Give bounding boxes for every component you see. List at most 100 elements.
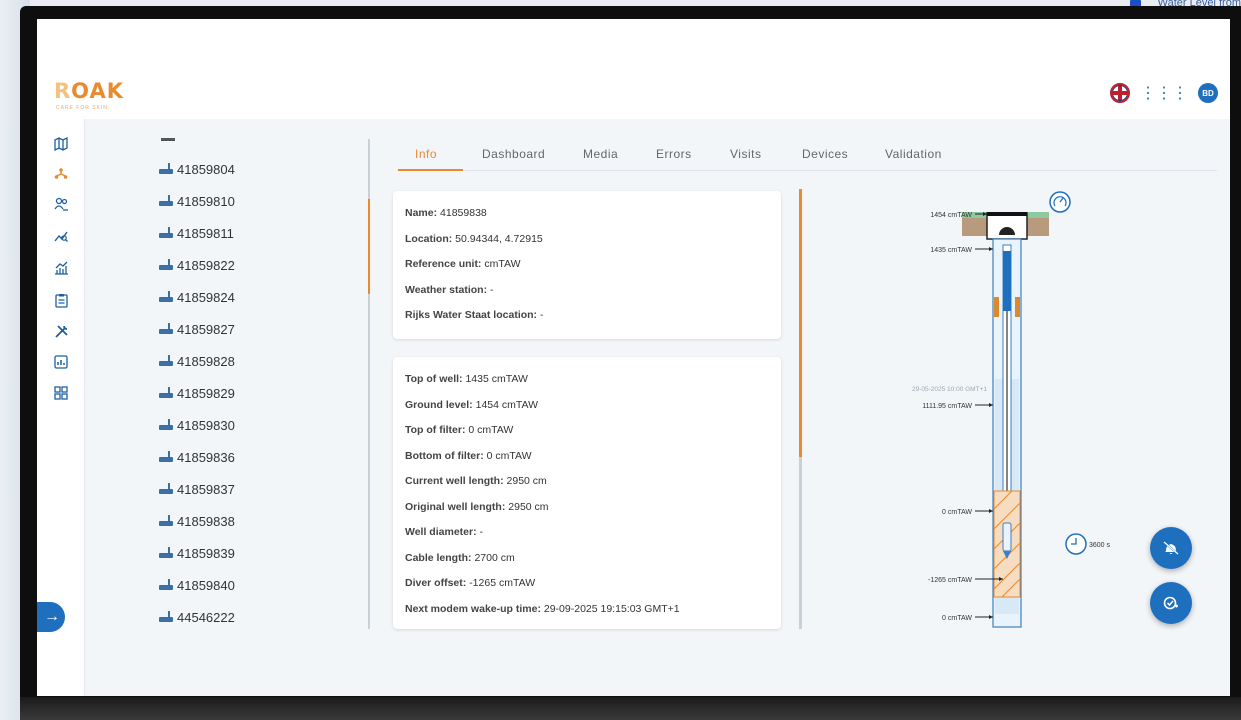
tab-errors[interactable]: Errors: [656, 147, 692, 161]
tab-bar: Info Dashboard Media Errors Visits Devic…: [397, 139, 1217, 171]
info-value: 29-09-2025 19:15:03 GMT+1: [543, 602, 680, 615]
well-icon: [159, 323, 173, 334]
well-list-item[interactable]: 44546222: [159, 607, 235, 627]
well-list-item[interactable]: 41859804: [159, 159, 235, 179]
filter-bottom-label: 0 cmTAW: [942, 615, 972, 622]
well-id: 41859828: [177, 353, 235, 369]
tab-validation[interactable]: Validation: [885, 147, 942, 161]
info-row: Cable length: 2700 cm: [405, 552, 515, 564]
well-icon: [159, 579, 173, 590]
expand-nav-button[interactable]: →: [37, 602, 65, 632]
well-icon: [159, 259, 173, 270]
well-list-item[interactable]: 41859830: [159, 415, 235, 435]
nav-rail: →: [37, 119, 85, 696]
language-flag-icon[interactable]: [1110, 83, 1130, 103]
tab-dashboard[interactable]: Dashboard: [482, 147, 545, 161]
info-row: Top of filter: 0 cmTAW: [405, 424, 513, 436]
info-value: -1265 cmTAW: [469, 577, 536, 589]
trend-icon[interactable]: [52, 229, 70, 247]
app-logo[interactable]: ROAK: [54, 79, 124, 103]
well-id: 41859838: [177, 513, 235, 529]
monitor-stand: [20, 697, 1241, 720]
well-id: 41859840: [177, 577, 235, 593]
info-scrollbar-thumb[interactable]: [799, 189, 802, 457]
info-value: 0 cmTAW: [486, 449, 532, 462]
info-row: Rijks Water Staat location: -: [405, 309, 543, 321]
info-row: Name: 41859838: [405, 207, 487, 219]
well-head: [986, 212, 1028, 240]
well-icon: [159, 515, 173, 526]
validate-button[interactable]: [1150, 582, 1192, 624]
tab-devices[interactable]: Devices: [802, 147, 848, 161]
diver-offset-label: -1265 cmTAW: [928, 577, 972, 584]
tab-info[interactable]: Info: [415, 147, 437, 161]
measurement-timestamp: 29-05-2025 10:00 GMT+1: [912, 386, 987, 393]
chart-icon[interactable]: [52, 261, 70, 279]
seal-left: [994, 297, 999, 317]
well-icon: [159, 195, 173, 206]
well-id: 41859830: [177, 417, 235, 433]
well-list-item[interactable]: 41859837: [159, 479, 235, 499]
report-icon[interactable]: [52, 355, 70, 373]
well-list-item[interactable]: 41859810: [159, 191, 235, 211]
network-icon[interactable]: [52, 166, 70, 184]
map-icon[interactable]: [52, 136, 70, 155]
well-id: 41859836: [177, 449, 235, 465]
alarm-settings-button[interactable]: [1150, 527, 1192, 569]
clipboard-icon[interactable]: [52, 293, 70, 311]
info-key: Weather station:: [405, 283, 488, 296]
well-icon: [159, 547, 173, 558]
well-list-item[interactable]: 41859840: [159, 575, 235, 595]
well-id: 41859811: [177, 225, 234, 241]
well-list-item[interactable]: 41859811: [159, 223, 234, 243]
list-scrollbar-thumb[interactable]: [368, 199, 370, 294]
well-icon: [159, 291, 173, 302]
info-value: 2950 cm: [506, 475, 547, 487]
well-list-item[interactable]: 41859829: [159, 383, 235, 403]
top-of-well-label: 1435 cmTAW: [930, 247, 972, 254]
dashboard-grid-icon[interactable]: [52, 386, 70, 404]
app-header: ROAK CARE FOR SKIN ⋮⋮⋮ BD: [37, 19, 1230, 119]
info-value: -: [479, 526, 484, 538]
info-key: Ground level:: [405, 398, 473, 411]
tools-icon[interactable]: [52, 324, 70, 342]
info-value: 2950 cm: [508, 500, 549, 513]
list-collapse-handle[interactable]: [161, 138, 175, 141]
well-list-item[interactable]: 41859836: [159, 447, 235, 467]
well-list-item[interactable]: 41859827: [159, 319, 235, 339]
well-id: 41859824: [177, 289, 235, 305]
info-row: Reference unit: cmTAW: [405, 258, 521, 270]
info-key: Original well length:: [405, 500, 506, 513]
well-list-item[interactable]: 41859822: [159, 255, 235, 275]
well-list-item[interactable]: 41859839: [159, 543, 235, 563]
well-id: 41859822: [177, 257, 235, 273]
avatar[interactable]: BD: [1198, 83, 1218, 103]
well-list-item[interactable]: 41859828: [159, 351, 235, 371]
info-row: Ground level: 1454 cmTAW: [405, 399, 538, 411]
info-value: 0 cmTAW: [468, 424, 514, 436]
tab-media[interactable]: Media: [583, 147, 618, 161]
tab-visits[interactable]: Visits: [730, 147, 761, 161]
diver-sensor: [1002, 522, 1012, 552]
well-diagram: 1454 cmTAW 1435 cmTAW 29-05-2025 10:00 G…: [912, 191, 1111, 628]
filter-top-label: 0 cmTAW: [942, 509, 972, 516]
header-actions: ⋮⋮⋮ BD: [1110, 83, 1218, 103]
well-info-card: Top of well: 1435 cmTAW Ground level: 145…: [393, 357, 781, 629]
info-row: Bottom of filter: 0 cmTAW: [405, 450, 532, 462]
apps-grid-icon[interactable]: ⋮⋮⋮: [1140, 83, 1188, 103]
well-list-item[interactable]: 41859824: [159, 287, 235, 307]
info-key: Current well length:: [405, 475, 504, 487]
info-row: Top of well: 1435 cmTAW: [405, 373, 528, 385]
well-list: 41859804 41859810 41859811 41859822 41859824…: [85, 119, 371, 696]
well-id: 44546222: [177, 609, 235, 625]
info-value: -: [490, 283, 494, 296]
info-row: Weather station: -: [405, 284, 494, 296]
well-list-item[interactable]: 41859838: [159, 511, 235, 531]
info-key: Rijks Water Staat location:: [405, 309, 538, 321]
info-value: 1454 cmTAW: [475, 398, 539, 411]
water-level-label: 1111.95 cmTAW: [922, 403, 972, 410]
info-value: 2700 cm: [474, 551, 515, 564]
well-id: 41859839: [177, 545, 235, 561]
info-value: 41859838: [440, 207, 487, 219]
users-icon[interactable]: [52, 197, 70, 215]
